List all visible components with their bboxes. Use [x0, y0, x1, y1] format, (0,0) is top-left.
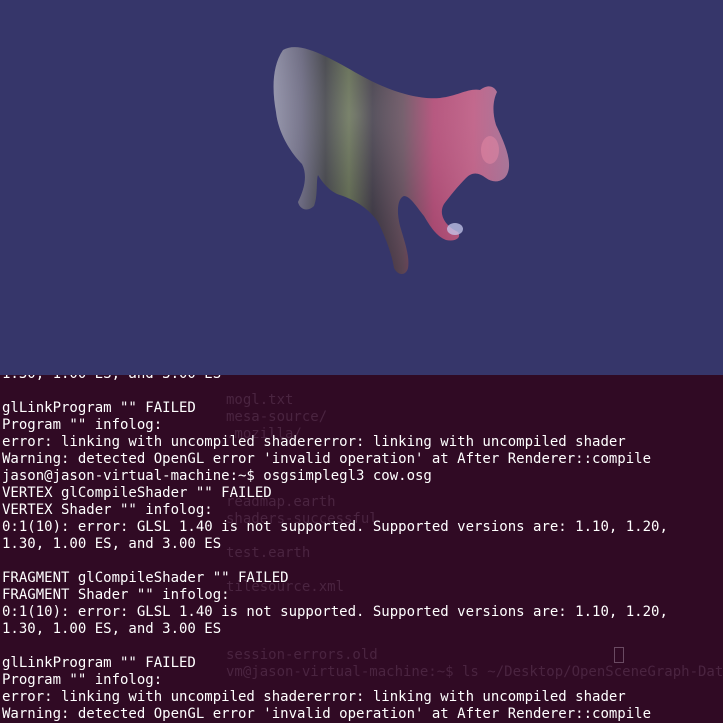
- terminal-line: Warning: detected OpenGL error 'invalid …: [2, 451, 652, 467]
- terminal-line: 1.30, 1.00 ES, and 3.00 ES: [2, 536, 222, 552]
- cow-body: [273, 47, 510, 274]
- terminal-line: glLinkProgram "" FAILED: [2, 655, 196, 671]
- terminal-line: 1.30, 1.00 ES, and 3.00 ES: [2, 375, 668, 383]
- terminal-line: error: linking with uncompiled shadererr…: [2, 689, 626, 705]
- terminal-line: FRAGMENT Shader "" infolog:: [2, 587, 230, 603]
- terminal-line: 0:1(10): error: GLSL 1.40 is not support…: [2, 519, 668, 535]
- terminal-line: glLinkProgram "" FAILED: [2, 400, 196, 416]
- osg-viewer-window[interactable]: [0, 0, 723, 375]
- terminal-window[interactable]: mogl.txt mesa-source/.mozilla/readmap.ear…: [0, 375, 723, 723]
- terminal-line: 1.30, 1.00 ES, and 3.00 ES: [2, 621, 222, 637]
- cow-model: [273, 47, 510, 274]
- terminal-line: jason@jason-virtual-machine:~$ osgsimple…: [2, 468, 432, 484]
- terminal-line: Program "" infolog:: [2, 417, 163, 433]
- terminal-cursor: [614, 647, 624, 663]
- terminal-line: Warning: detected OpenGL error 'invalid …: [2, 706, 652, 722]
- terminal-line: VERTEX Shader "" infolog:: [2, 502, 213, 518]
- terminal-line: Program "" infolog:: [2, 672, 163, 688]
- terminal-line: error: linking with uncompiled shadererr…: [2, 434, 626, 450]
- terminal-output: 1.30, 1.00 ES, and 3.00 ES glLinkProgram …: [2, 375, 668, 723]
- terminal-line: VERTEX glCompileShader "" FAILED: [2, 485, 272, 501]
- terminal-line: 0:1(10): error: GLSL 1.40 is not support…: [2, 604, 668, 620]
- terminal-line: FRAGMENT glCompileShader "" FAILED: [2, 570, 289, 586]
